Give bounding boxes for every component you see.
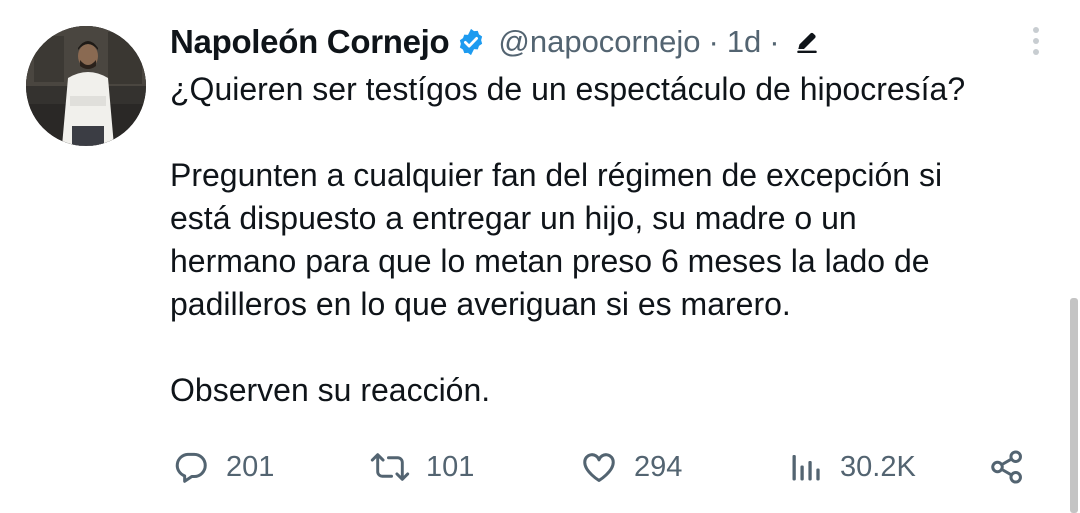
tweet-text-line: ¿Quieren ser testígos de un espectáculo …: [170, 71, 966, 107]
separator: ·: [769, 24, 780, 59]
views-count: 30.2K: [840, 450, 916, 483]
views-icon: [788, 448, 824, 486]
tweet-header: Napoleón Cornejo @napocornejo · 1d ·: [170, 18, 820, 66]
reply-count: 201: [226, 450, 275, 483]
tweet-time[interactable]: 1d: [727, 24, 761, 60]
avatar[interactable]: [26, 26, 146, 146]
share-icon: [988, 448, 1026, 486]
like-icon: [580, 448, 618, 486]
share-button[interactable]: [988, 446, 1026, 488]
tweet-body: ¿Quieren ser testígos de un espectáculo …: [170, 68, 1050, 412]
reply-icon: [172, 448, 210, 486]
like-button[interactable]: 294: [580, 446, 682, 488]
tweet-text-line: hermano para que lo metan preso 6 meses …: [170, 243, 930, 279]
tweet[interactable]: Napoleón Cornejo @napocornejo · 1d · ¿Qu…: [0, 0, 1080, 513]
like-count: 294: [634, 450, 683, 483]
verified-badge-icon: [456, 27, 486, 57]
retweet-button[interactable]: 101: [370, 446, 474, 488]
tweet-text-line: Pregunten a cualquier fan del régimen de…: [170, 157, 943, 193]
tweet-text-line: padilleros en lo que averiguan si es mar…: [170, 286, 791, 322]
tweet-text-line: Observen su reacción.: [170, 372, 491, 408]
display-name[interactable]: Napoleón Cornejo: [170, 23, 450, 61]
views-button[interactable]: 30.2K: [788, 446, 916, 488]
retweet-count: 101: [426, 450, 475, 483]
scrollbar[interactable]: [1070, 298, 1078, 513]
edit-icon[interactable]: [794, 29, 820, 55]
more-icon[interactable]: [1024, 24, 1048, 60]
tweet-text-line: está dispuesto a entregar un hijo, su ma…: [170, 200, 857, 236]
reply-button[interactable]: 201: [172, 446, 274, 488]
retweet-icon: [370, 448, 410, 486]
author-handle[interactable]: @napocornejo: [498, 24, 700, 60]
separator: ·: [708, 24, 719, 59]
action-bar: 201 101 294 30.2K: [170, 446, 1040, 488]
